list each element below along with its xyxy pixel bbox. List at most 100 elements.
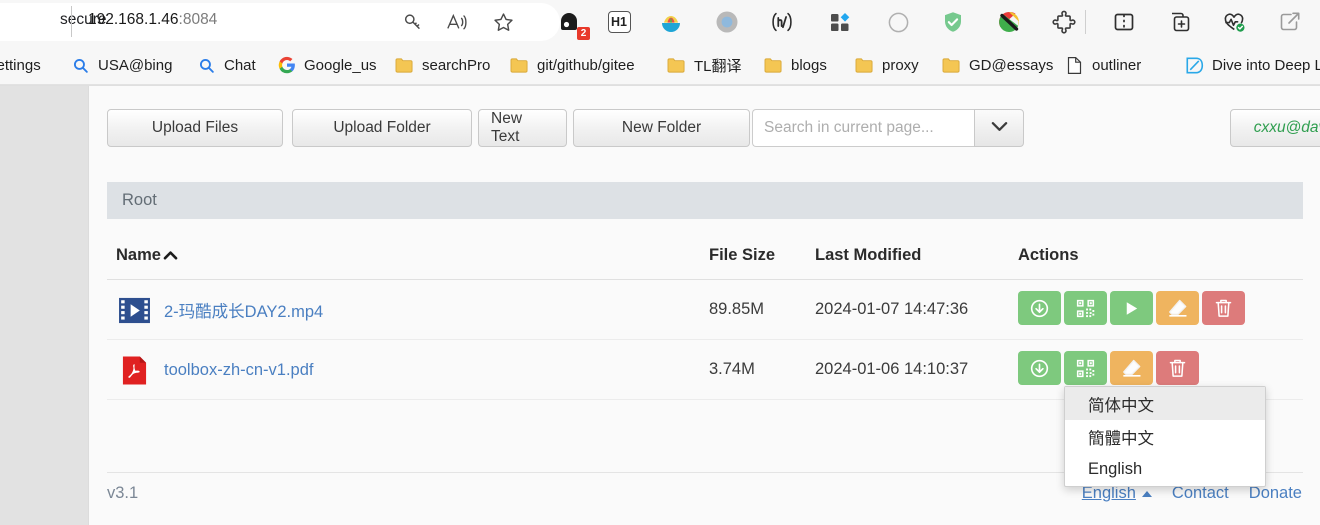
bookmark-settings[interactable]: settings [0, 45, 41, 85]
column-header-actions: Actions [1018, 246, 1079, 264]
new-text-button[interactable]: New Text [478, 109, 567, 147]
bookmark-chat[interactable]: Chat [197, 45, 256, 85]
adblock-shield-icon[interactable] [939, 8, 967, 36]
puzzle-extensions-icon[interactable] [1050, 8, 1078, 36]
folder-icon [855, 56, 874, 75]
bookmark-label: Dive into Deep Lea [1212, 56, 1320, 74]
color-picker-extension-icon[interactable] [995, 8, 1023, 36]
delete-button[interactable] [1202, 291, 1245, 325]
download-button[interactable] [1018, 291, 1061, 325]
rename-button[interactable] [1156, 291, 1199, 325]
read-aloud-icon[interactable] [443, 8, 471, 36]
h1-heading-extension-icon[interactable]: H1 [605, 8, 633, 36]
bookmark-label: blogs [791, 56, 827, 74]
pdf-file-icon [116, 352, 152, 388]
breadcrumb[interactable]: Root [107, 182, 1303, 219]
google-icon [277, 56, 296, 75]
rename-button[interactable] [1110, 351, 1153, 385]
favorite-star-icon[interactable] [489, 8, 517, 36]
version-label: v3.1 [107, 484, 139, 502]
table-header-row: Name File Size Last Modified Actions [107, 236, 1303, 280]
breadcrumb-root[interactable]: Root [122, 191, 157, 210]
row-actions [1018, 351, 1199, 385]
file-name-link[interactable]: toolbox-zh-cn-v1.pdf [164, 361, 314, 380]
new-folder-button[interactable]: New Folder [573, 109, 750, 147]
bookmark-usa-bing[interactable]: USA@bing [71, 45, 172, 85]
language-option-traditional-chinese[interactable]: 簡體中文 [1065, 420, 1265, 453]
play-button[interactable] [1110, 291, 1153, 325]
bookmark-label: GD@essays [969, 56, 1054, 74]
bookmark-label: searchPro [422, 56, 491, 74]
bookmark-google-us[interactable]: Google_us [277, 45, 377, 85]
h1-label: H1 [607, 11, 631, 33]
column-header-name[interactable]: Name [116, 246, 178, 265]
bookmark-label: Google_us [304, 56, 377, 74]
file-name-link[interactable]: 2-玛酷成长DAY2.mp4 [164, 298, 323, 322]
address-divider [71, 6, 72, 37]
file-table: Name File Size Last Modified Actions 2-玛… [107, 236, 1303, 400]
bookmark-folder-tl[interactable]: TL翻译 [667, 45, 742, 85]
language-option-english[interactable]: English [1065, 453, 1265, 486]
extension-dark-icon[interactable]: 2 [557, 8, 590, 40]
last-modified-value: 2024-01-06 14:10:37 [815, 360, 969, 378]
search-icon [197, 56, 216, 75]
file-name-cell: toolbox-zh-cn-v1.pdf [116, 340, 314, 400]
search-options-dropdown-button[interactable] [974, 109, 1024, 147]
search-group [752, 109, 1024, 147]
language-dropdown-menu: 简体中文 簡體中文 English [1064, 386, 1266, 487]
qrcode-button[interactable] [1064, 351, 1107, 385]
split-screen-icon[interactable] [1110, 8, 1138, 36]
key-icon[interactable] [399, 8, 427, 36]
toolbar-divider [1085, 10, 1086, 34]
bookmark-folder-git[interactable]: git/github/gitee [510, 45, 635, 85]
qrcode-button[interactable] [1064, 291, 1107, 325]
bookmark-label: USA@bing [98, 56, 173, 74]
browser-essentials-icon[interactable] [1220, 8, 1248, 36]
caret-up-icon [1141, 490, 1152, 497]
table-row: 2-玛酷成长DAY2.mp4 89.85M 2024-01-07 14:47:3… [107, 280, 1303, 340]
bookmark-label: proxy [882, 56, 919, 74]
add-collection-icon[interactable] [1166, 8, 1194, 36]
folder-icon [395, 56, 414, 75]
bookmarks-bar: settings USA@bing Chat Google_us [0, 45, 1320, 85]
address-url-text[interactable]: 192.168.1.46:8084 [88, 11, 217, 29]
bookmark-label: outliner [1092, 56, 1142, 74]
hypothesis-extension-icon[interactable] [768, 8, 796, 36]
column-header-label: Name [116, 246, 161, 264]
download-button[interactable] [1018, 351, 1061, 385]
folder-icon [764, 56, 783, 75]
bookmark-folder-blogs[interactable]: blogs [764, 45, 827, 85]
file-size-value: 89.85M [709, 300, 765, 318]
language-option-simplified-chinese[interactable]: 简体中文 [1065, 387, 1265, 420]
chevron-down-icon [991, 119, 1008, 137]
document-icon [1065, 56, 1084, 75]
bookmark-folder-gd-essays[interactable]: GD@essays [942, 45, 1053, 85]
extension-count-badge: 2 [577, 27, 590, 40]
upload-files-button[interactable]: Upload Files [107, 109, 283, 147]
column-header-file-size: File Size [709, 246, 776, 264]
share-icon[interactable] [1276, 8, 1304, 36]
bookmark-folder-proxy[interactable]: proxy [855, 45, 919, 85]
row-actions [1018, 291, 1245, 325]
search-icon [71, 56, 90, 75]
delete-button[interactable] [1156, 351, 1199, 385]
user-account-badge[interactable]: cxxu@dav [1230, 109, 1320, 147]
search-input[interactable] [752, 109, 974, 147]
file-name-cell: 2-玛酷成长DAY2.mp4 [116, 280, 323, 340]
bookmark-label: TL翻译 [694, 57, 742, 75]
empty-circle-extension-icon[interactable] [884, 8, 912, 36]
upload-folder-button[interactable]: Upload Folder [292, 109, 472, 147]
url-host: 192.168.1.46 [88, 11, 179, 28]
folder-icon [942, 56, 961, 75]
bookmark-label: git/github/gitee [537, 56, 635, 74]
bookmark-label: settings [0, 56, 41, 74]
bookmark-outliner[interactable]: outliner [1065, 45, 1141, 85]
bookmark-dive-into-deep-learning[interactable]: Dive into Deep Lea [1185, 45, 1320, 85]
last-modified-value: 2024-01-07 14:47:36 [815, 300, 969, 318]
sort-ascending-icon [163, 249, 178, 262]
file-manager-container: Upload Files Upload Folder New Text New … [88, 86, 1320, 525]
bookmark-folder-searchpro[interactable]: searchPro [395, 45, 490, 85]
grey-circle-extension-icon[interactable] [713, 8, 741, 36]
apps-grid-extension-icon[interactable] [826, 8, 854, 36]
colorful-bowl-extension-icon[interactable] [657, 8, 685, 36]
